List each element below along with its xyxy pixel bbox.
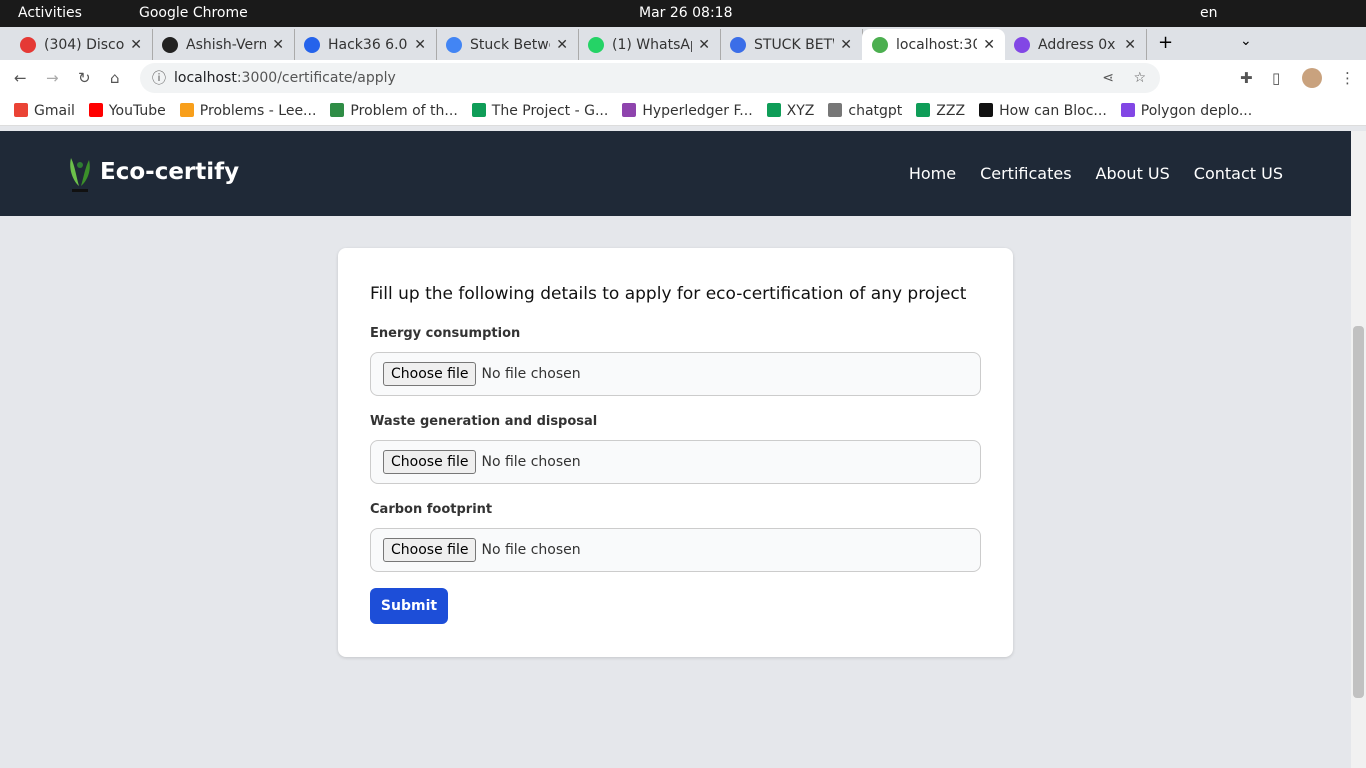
tab[interactable]: Address 0x ✕ <box>1004 29 1147 60</box>
info-icon[interactable]: ⓘ <box>152 68 166 88</box>
tab[interactable]: Ashish-Verma✕ <box>152 29 295 60</box>
bookmark[interactable]: Hyperledger F... <box>622 102 753 119</box>
bookmark-icon <box>1120 102 1135 117</box>
tab[interactable]: (1) WhatsApp✕ <box>578 29 721 60</box>
bookmark-icon <box>88 102 103 117</box>
reload-icon[interactable]: ↻ <box>78 69 91 87</box>
toolbar: ← → ↻ ⌂ ⓘ localhost:3000/certificate/app… <box>0 60 1366 96</box>
bookmark-icon <box>14 102 28 117</box>
extensions-icon[interactable]: ✚ <box>1240 69 1253 87</box>
tab[interactable]: Hack36 6.0 ✕ <box>294 29 437 60</box>
energy-file-input[interactable]: Choose file No file chosen <box>370 352 981 396</box>
apply-form: Fill up the following details to apply f… <box>338 248 1013 657</box>
bookmark[interactable]: The Project - G... <box>471 102 608 119</box>
language[interactable]: en <box>1200 5 1218 21</box>
side-panel-icon[interactable]: ▯ <box>1272 69 1280 87</box>
share-icon[interactable]: ⋖ <box>1102 70 1114 86</box>
bookmark[interactable]: Polygon deplo... <box>1120 102 1252 119</box>
forward-icon[interactable]: → <box>46 69 59 87</box>
new-tab-icon[interactable]: + <box>1158 32 1173 53</box>
site-navbar: Eco-certify Home Certificates About US C… <box>0 131 1351 216</box>
brand-name[interactable]: Eco-certify <box>100 159 239 185</box>
bookmark[interactable]: YouTube <box>88 102 166 119</box>
bookmark-icon <box>471 102 486 117</box>
form-heading: Fill up the following details to apply f… <box>370 284 967 304</box>
choose-file-button[interactable]: Choose file <box>383 538 477 562</box>
bookmark[interactable]: chatgpt <box>828 102 902 119</box>
bookmark[interactable]: Problem of th... <box>330 102 458 119</box>
energy-label: Energy consumption <box>370 326 521 341</box>
close-tab-icon[interactable]: ✕ <box>130 37 142 53</box>
avatar[interactable] <box>1302 68 1322 88</box>
nav-about[interactable]: About US <box>1096 164 1170 183</box>
bookmarks-bar: Gmail YouTube Problems - Lee... Problem of … <box>0 96 1366 126</box>
star-icon[interactable]: ☆ <box>1133 70 1146 86</box>
close-tab-icon[interactable]: ✕ <box>698 37 710 53</box>
app-name: Google Chrome <box>139 5 248 21</box>
submit-button[interactable]: Submit <box>370 588 448 624</box>
back-icon[interactable]: ← <box>14 69 27 87</box>
favicon-icon <box>20 36 36 53</box>
tab[interactable]: Stuck Between✕ <box>436 29 579 60</box>
choose-file-button[interactable]: Choose file <box>383 450 477 474</box>
nav-certificates[interactable]: Certificates <box>980 164 1071 183</box>
bookmark[interactable]: ZZZ <box>916 102 965 119</box>
bookmark-icon <box>179 102 194 117</box>
favicon-icon <box>872 36 888 53</box>
close-tab-icon[interactable]: ✕ <box>1124 37 1136 53</box>
tab[interactable]: STUCK BETWEEN✕ <box>720 29 863 60</box>
bookmark-icon <box>330 102 345 117</box>
carbon-label: Carbon footprint <box>370 502 493 517</box>
bookmark-icon <box>828 102 843 117</box>
bookmark-icon <box>622 102 637 117</box>
bookmark-icon <box>979 102 994 117</box>
bookmark[interactable]: Gmail <box>14 102 75 119</box>
nav-home[interactable]: Home <box>909 164 956 183</box>
close-tab-icon[interactable]: ✕ <box>556 37 568 53</box>
menu-icon[interactable]: ⋮ <box>1340 69 1355 87</box>
leaf-logo-icon <box>70 158 90 192</box>
nav-contact[interactable]: Contact US <box>1194 164 1283 183</box>
clock[interactable]: Mar 26 08:18 <box>639 5 732 21</box>
favicon-icon <box>162 36 178 53</box>
favicon-icon <box>588 36 604 53</box>
tab-search-icon[interactable]: ⌄ <box>1240 33 1252 49</box>
bookmark[interactable]: XYZ <box>766 102 814 119</box>
scrollbar[interactable] <box>1351 131 1366 768</box>
home-icon[interactable]: ⌂ <box>110 69 120 87</box>
waste-file-input[interactable]: Choose file No file chosen <box>370 440 981 484</box>
tab[interactable]: (304) Discord✕ <box>10 29 153 60</box>
activities-button[interactable]: Activities <box>18 5 82 21</box>
close-tab-icon[interactable]: ✕ <box>840 37 852 53</box>
favicon-icon <box>730 36 746 53</box>
close-tab-icon[interactable]: ✕ <box>983 37 995 53</box>
bookmark[interactable]: Problems - Lee... <box>179 102 316 119</box>
bookmark-icon <box>916 102 931 117</box>
carbon-file-input[interactable]: Choose file No file chosen <box>370 528 981 572</box>
bookmark-icon <box>766 102 781 117</box>
address-bar[interactable]: ⓘ localhost:3000/certificate/apply ⋖ ☆ <box>140 63 1160 93</box>
close-tab-icon[interactable]: ✕ <box>414 37 426 53</box>
favicon-icon <box>1014 36 1030 53</box>
close-tab-icon[interactable]: ✕ <box>272 37 284 53</box>
favicon-icon <box>304 36 320 53</box>
bookmark[interactable]: How can Bloc... <box>979 102 1107 119</box>
choose-file-button[interactable]: Choose file <box>383 362 477 386</box>
tab-strip: (304) Discord✕Ashish-Verma✕Hack36 6.0✕St… <box>0 27 1366 60</box>
waste-label: Waste generation and disposal <box>370 414 598 429</box>
favicon-icon <box>446 36 462 53</box>
tab[interactable]: localhost:3000✕ <box>862 29 1005 60</box>
system-bar: Activities Google Chrome Mar 26 08:18 en <box>0 0 1366 27</box>
